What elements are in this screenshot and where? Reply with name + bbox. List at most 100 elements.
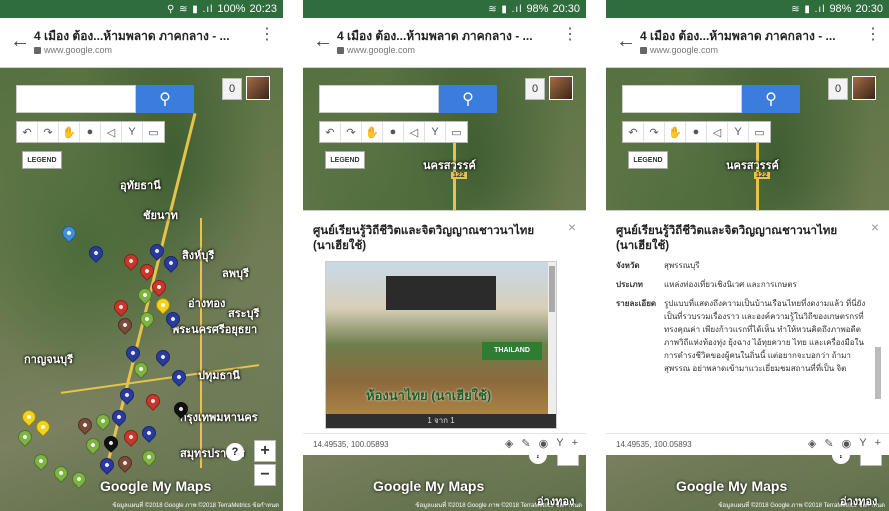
map-pin[interactable] xyxy=(83,435,103,455)
map-pin[interactable] xyxy=(117,385,137,405)
draw-line-icon[interactable]: ◁ xyxy=(404,122,425,142)
map-label: สิงห์บุรี xyxy=(182,250,215,262)
detail-row: ประเภท แหล่งท่องเที่ยวเชิงนิเวศ และการเกษ… xyxy=(616,278,869,291)
hand-icon[interactable]: ✋ xyxy=(59,122,80,142)
close-icon[interactable]: × xyxy=(568,219,576,235)
undo-icon[interactable]: ↶ xyxy=(17,122,38,142)
add-icon[interactable]: + xyxy=(572,437,578,450)
battery-level: 98% xyxy=(526,3,549,15)
back-arrow-icon[interactable]: ← xyxy=(313,30,333,53)
map-pin[interactable] xyxy=(169,367,189,387)
map-pin[interactable] xyxy=(121,251,141,271)
ruler-icon[interactable]: ▭ xyxy=(143,122,164,142)
redo-icon[interactable]: ↷ xyxy=(341,122,362,142)
marker-icon[interactable]: ● xyxy=(686,122,707,142)
draw-line-icon[interactable]: ◁ xyxy=(707,122,728,142)
undo-icon[interactable]: ↶ xyxy=(320,122,341,142)
place-photo[interactable]: THAILAND ห้องนาไทย (นาเฮียใช้) 1 จาก 1 xyxy=(325,261,557,429)
ruler-icon[interactable]: ▭ xyxy=(749,122,770,142)
overflow-menu-icon[interactable]: ⋮ xyxy=(865,27,881,43)
camera-icon[interactable]: ◉ xyxy=(842,437,852,450)
search-icon: ⚲ xyxy=(462,91,474,108)
map-pin[interactable] xyxy=(139,447,159,467)
help-button[interactable]: ? xyxy=(226,443,244,461)
map-pin[interactable] xyxy=(121,427,141,447)
draw-line-icon[interactable]: ◁ xyxy=(101,122,122,142)
map-pin[interactable] xyxy=(115,453,135,473)
map-pin[interactable] xyxy=(51,463,71,483)
legend-button[interactable]: LEGEND xyxy=(628,151,668,169)
overflow-menu-icon[interactable]: ⋮ xyxy=(259,27,275,43)
back-arrow-icon[interactable]: ← xyxy=(616,30,636,53)
search-button[interactable]: ⚲ xyxy=(439,85,497,113)
route-icon[interactable]: Y xyxy=(425,122,446,142)
search-input[interactable] xyxy=(16,85,136,113)
camera-icon[interactable]: ◉ xyxy=(539,437,549,450)
route-icon[interactable]: Y xyxy=(728,122,749,142)
edit-pencil-icon[interactable]: ✎ xyxy=(521,437,530,450)
avatar[interactable] xyxy=(852,76,876,100)
search-input[interactable] xyxy=(622,85,742,113)
avatar[interactable] xyxy=(246,76,270,100)
legend-button[interactable]: LEGEND xyxy=(22,151,62,169)
url-bar[interactable]: www.google.com xyxy=(34,45,112,55)
map-pin[interactable] xyxy=(97,455,117,475)
scroll-thumb[interactable] xyxy=(549,266,555,312)
edit-pencil-icon[interactable]: ✎ xyxy=(824,437,833,450)
back-arrow-icon[interactable]: ← xyxy=(10,30,30,53)
marker-icon[interactable]: ● xyxy=(383,122,404,142)
map-pin[interactable] xyxy=(15,427,35,447)
map-pin[interactable] xyxy=(123,343,143,363)
map-view[interactable]: ⚲ 0 ↶ ↷ ✋ ● ◁ Y ▭ LEGEND อุทัยธานี ชัยนา… xyxy=(0,68,283,511)
zoom-in-button[interactable]: + xyxy=(254,440,276,462)
directions-icon[interactable]: Y xyxy=(859,437,866,450)
hand-icon[interactable]: ✋ xyxy=(362,122,383,142)
panel-scroll-thumb[interactable] xyxy=(875,347,881,399)
map-pin[interactable] xyxy=(31,451,51,471)
close-icon[interactable]: × xyxy=(871,219,879,235)
map-copyright: ข้อมูลแผนที่ ©2018 Google ภาพ ©2018 Terr… xyxy=(112,503,279,509)
map-pin[interactable] xyxy=(109,407,129,427)
search-button[interactable]: ⚲ xyxy=(136,85,194,113)
avatar[interactable] xyxy=(549,76,573,100)
ruler-icon[interactable]: ▭ xyxy=(446,122,467,142)
map-pin[interactable] xyxy=(75,415,95,435)
photo-scrollbar[interactable] xyxy=(548,262,556,416)
paint-bucket-icon[interactable]: ◈ xyxy=(505,437,513,450)
map-pin[interactable] xyxy=(101,433,121,453)
legend-button[interactable]: LEGEND xyxy=(325,151,365,169)
marker-icon[interactable]: ● xyxy=(80,122,101,142)
search-input[interactable] xyxy=(319,85,439,113)
map-pin[interactable] xyxy=(143,391,163,411)
search-button[interactable]: ⚲ xyxy=(742,85,800,113)
paint-bucket-icon[interactable]: ◈ xyxy=(808,437,816,450)
directions-icon[interactable]: Y xyxy=(556,437,563,450)
route-icon[interactable]: Y xyxy=(122,122,143,142)
place-title: ศูนย์เรียนรู้วิถีชีวิตและจิตวิญญาณชาวนาไ… xyxy=(313,225,535,252)
map-pin[interactable] xyxy=(33,417,53,437)
map-pin[interactable] xyxy=(153,347,173,367)
map-pin[interactable] xyxy=(69,469,89,489)
layer-count-badge[interactable]: 0 xyxy=(525,78,545,100)
redo-icon[interactable]: ↷ xyxy=(644,122,665,142)
map-pin[interactable] xyxy=(59,223,79,243)
hand-icon[interactable]: ✋ xyxy=(665,122,686,142)
map-pin[interactable] xyxy=(111,297,131,317)
layer-count-badge[interactable]: 0 xyxy=(828,78,848,100)
undo-icon[interactable]: ↶ xyxy=(623,122,644,142)
map-pin[interactable] xyxy=(139,423,159,443)
overflow-menu-icon[interactable]: ⋮ xyxy=(562,27,578,43)
map-pin[interactable] xyxy=(86,243,106,263)
map-pin[interactable] xyxy=(115,315,135,335)
status-icons: ⚲ ≋ ▮ .ıl xyxy=(167,3,214,15)
redo-icon[interactable]: ↷ xyxy=(38,122,59,142)
add-icon[interactable]: + xyxy=(875,437,881,450)
layer-count-badge[interactable]: 0 xyxy=(222,78,242,100)
url-bar[interactable]: www.google.com xyxy=(337,45,415,55)
url-bar[interactable]: www.google.com xyxy=(640,45,718,55)
map-copyright: ข้อมูลแผนที่ ©2018 Google ภาพ ©2018 Terr… xyxy=(718,503,885,509)
map-pin[interactable] xyxy=(161,253,181,273)
zoom-out-button[interactable]: − xyxy=(254,464,276,486)
map-pin[interactable] xyxy=(93,411,113,431)
photo-badge: THAILAND xyxy=(482,342,542,360)
